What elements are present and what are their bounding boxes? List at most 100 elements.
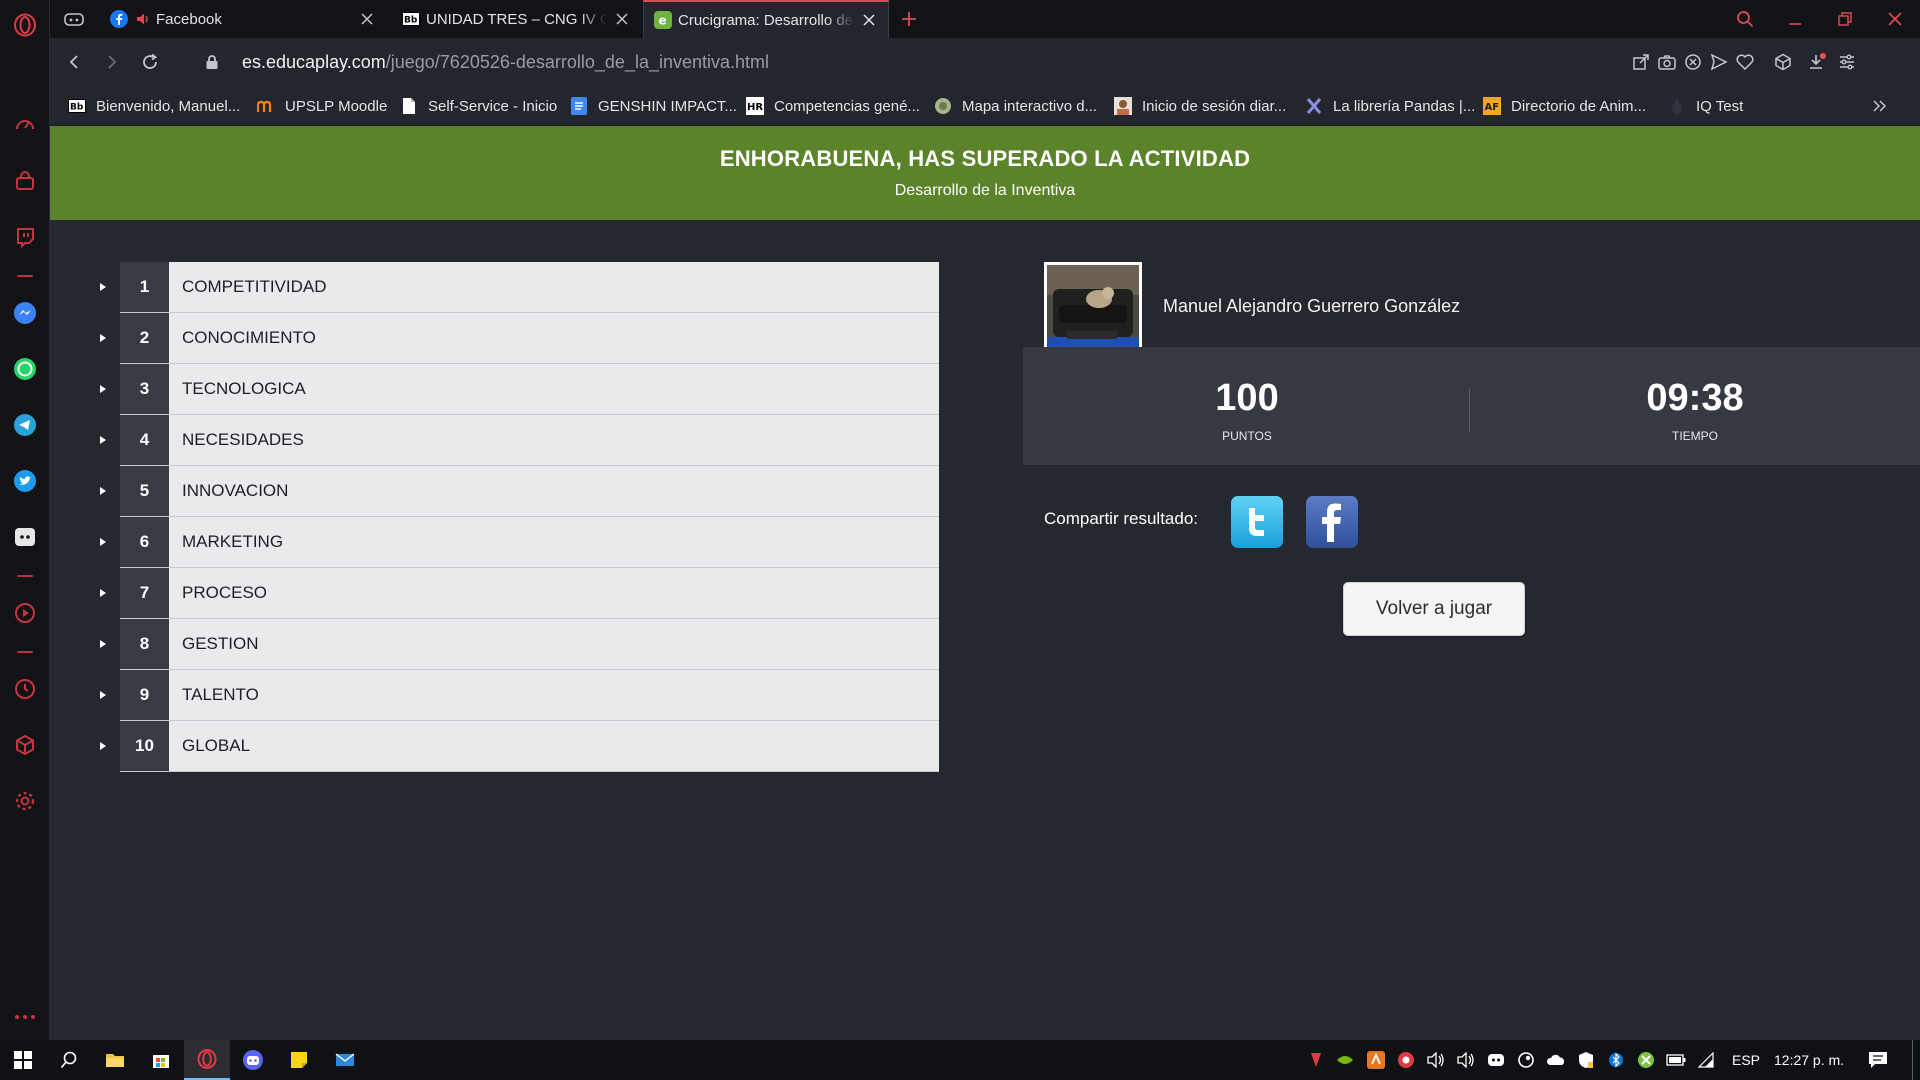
- word-row[interactable]: 3 TECNOLOGICA: [85, 364, 939, 415]
- workspaces-icon[interactable]: [50, 0, 98, 38]
- forward-icon[interactable]: [100, 50, 124, 74]
- minimize-icon[interactable]: [1770, 0, 1820, 38]
- extensions-icon[interactable]: [1772, 51, 1794, 73]
- reload-icon[interactable]: [138, 50, 162, 74]
- more-options-icon[interactable]: [12, 1004, 38, 1030]
- bookmark-item[interactable]: Bb Bienvenido, Manuel...: [68, 95, 240, 117]
- wifi-icon[interactable]: [1696, 1050, 1716, 1070]
- expand-arrow-icon[interactable]: [85, 466, 120, 516]
- tab-crucigrama[interactable]: e Crucigrama: Desarrollo de l: [643, 0, 889, 38]
- more-bookmarks-icon[interactable]: [1872, 95, 1888, 117]
- volume-secondary-icon[interactable]: [1456, 1050, 1476, 1070]
- restore-icon[interactable]: [1820, 0, 1870, 38]
- extensions-cube-icon[interactable]: [12, 732, 38, 758]
- word-row[interactable]: 2 CONOCIMIENTO: [85, 313, 939, 364]
- word-row[interactable]: 8 GESTION: [85, 619, 939, 670]
- bookmark-item[interactable]: AF Directorio de Anim...: [1483, 95, 1646, 117]
- snapshot-camera-icon[interactable]: [1656, 51, 1678, 73]
- bookmark-item[interactable]: La librería Pandas |...: [1305, 95, 1475, 117]
- new-tab-icon[interactable]: [891, 0, 927, 38]
- discord-taskbar-icon[interactable]: [230, 1040, 276, 1080]
- search-tabs-icon[interactable]: [1720, 0, 1770, 38]
- send-icon[interactable]: [1708, 51, 1730, 73]
- twitch-icon[interactable]: [12, 224, 38, 250]
- downloads-icon[interactable]: [1806, 51, 1828, 73]
- word-row[interactable]: 5 INNOVACION: [85, 466, 939, 517]
- clock[interactable]: 12:27 p. m.: [1774, 1040, 1844, 1080]
- steam-icon[interactable]: [1516, 1050, 1536, 1070]
- microsoft-store-icon[interactable]: [138, 1040, 184, 1080]
- lock-icon[interactable]: [200, 50, 224, 74]
- player-icon[interactable]: [12, 600, 38, 626]
- discord-tray-icon[interactable]: [1486, 1050, 1506, 1070]
- word-row[interactable]: 1 COMPETITIVIDAD: [85, 262, 939, 313]
- notifications-icon[interactable]: [1868, 1050, 1888, 1070]
- file-explorer-icon[interactable]: [92, 1040, 138, 1080]
- word-row[interactable]: 4 NECESIDADES: [85, 415, 939, 466]
- word-row[interactable]: 7 PROCESO: [85, 568, 939, 619]
- close-tab-icon[interactable]: [358, 10, 376, 28]
- expand-arrow-icon[interactable]: [85, 619, 120, 669]
- url-field[interactable]: es.educaplay.com/juego/7620526-desarroll…: [242, 50, 769, 74]
- expand-arrow-icon[interactable]: [85, 415, 120, 465]
- twitter-icon[interactable]: [12, 468, 38, 494]
- expand-arrow-icon[interactable]: [85, 262, 120, 312]
- bookmark-item[interactable]: IQ Test: [1668, 95, 1743, 117]
- expand-arrow-icon[interactable]: [85, 721, 120, 771]
- history-icon[interactable]: [12, 676, 38, 702]
- close-tab-icon[interactable]: [613, 10, 631, 28]
- show-desktop[interactable]: [1912, 1040, 1913, 1080]
- bookmark-item[interactable]: Mapa interactivo d...: [934, 95, 1097, 117]
- speed-dial-icon[interactable]: [12, 112, 38, 138]
- expand-arrow-icon[interactable]: [85, 364, 120, 414]
- easy-setup-icon[interactable]: [1836, 51, 1858, 73]
- back-icon[interactable]: [62, 50, 86, 74]
- word-row[interactable]: 9 TALENTO: [85, 670, 939, 721]
- app-tray-icon[interactable]: [1366, 1050, 1386, 1070]
- bookmark-heart-icon[interactable]: [1734, 51, 1756, 73]
- speaker-audio-icon[interactable]: [134, 10, 152, 28]
- bookmark-item[interactable]: Inicio de sesión diar...: [1114, 95, 1286, 117]
- volume-icon[interactable]: [1426, 1050, 1446, 1070]
- close-window-icon[interactable]: [1870, 0, 1920, 38]
- tab-unidad-tres[interactable]: Bb UNIDAD TRES – CNG IV Cre: [392, 0, 641, 38]
- expand-arrow-icon[interactable]: [85, 517, 120, 567]
- share-link-icon[interactable]: [1630, 51, 1652, 73]
- expand-arrow-icon[interactable]: [85, 313, 120, 363]
- search-icon[interactable]: [46, 1040, 92, 1080]
- adblocker-icon[interactable]: [1682, 51, 1704, 73]
- tab-facebook[interactable]: Facebook: [100, 0, 386, 38]
- antivirus-icon[interactable]: [1396, 1050, 1416, 1070]
- xbox-icon[interactable]: [1636, 1050, 1656, 1070]
- share-facebook-icon[interactable]: [1306, 496, 1358, 548]
- bluetooth-icon[interactable]: [1606, 1050, 1626, 1070]
- bookmark-item[interactable]: UPSLP Moodle: [257, 95, 387, 117]
- expand-arrow-icon[interactable]: [85, 670, 120, 720]
- share-twitter-icon[interactable]: [1231, 496, 1283, 548]
- nvidia-icon[interactable]: [1335, 1050, 1355, 1070]
- shopping-bag-icon[interactable]: [12, 168, 38, 194]
- discord-icon[interactable]: [12, 524, 38, 550]
- expand-arrow-icon[interactable]: [85, 568, 120, 618]
- bookmark-item[interactable]: GENSHIN IMPACT...: [570, 95, 737, 117]
- opera-logo-icon[interactable]: [12, 12, 38, 38]
- whatsapp-icon[interactable]: [12, 356, 38, 382]
- battery-icon[interactable]: [1666, 1050, 1686, 1070]
- word-row[interactable]: 6 MARKETING: [85, 517, 939, 568]
- word-row[interactable]: 10 GLOBAL: [85, 721, 939, 772]
- messenger-icon[interactable]: [12, 300, 38, 326]
- replay-button[interactable]: Volver a jugar: [1343, 582, 1525, 636]
- bookmark-item[interactable]: Self-Service - Inicio: [400, 95, 557, 117]
- start-windows-icon[interactable]: [0, 1040, 46, 1080]
- sticky-notes-icon[interactable]: [276, 1040, 322, 1080]
- settings-gear-icon[interactable]: [12, 788, 38, 814]
- telegram-icon[interactable]: [12, 412, 38, 438]
- defender-icon[interactable]: [1576, 1050, 1596, 1070]
- close-tab-icon[interactable]: [860, 11, 878, 29]
- bookmark-item[interactable]: HR Competencias gené...: [746, 95, 920, 117]
- onedrive-icon[interactable]: [1546, 1050, 1566, 1070]
- mail-icon[interactable]: [322, 1040, 368, 1080]
- microphone-icon[interactable]: [1306, 1050, 1326, 1070]
- opera-taskbar-icon[interactable]: [184, 1040, 230, 1080]
- input-language[interactable]: ESP: [1732, 1040, 1760, 1080]
